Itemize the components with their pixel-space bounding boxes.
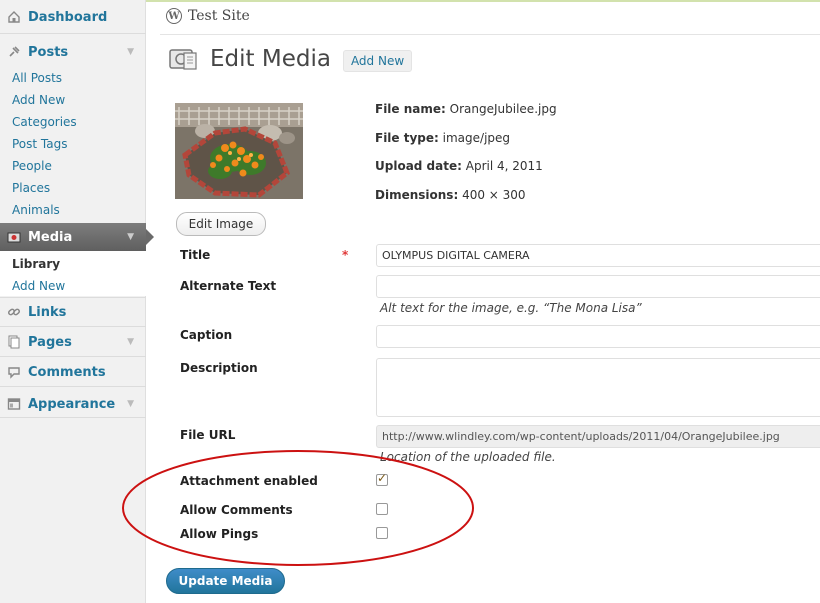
file-url-hint: Location of the uploaded file. (380, 450, 556, 464)
upload-date-value: April 4, 2011 (465, 159, 543, 173)
alt-text-input[interactable] (376, 275, 820, 298)
file-url-input[interactable]: http://www.wlindley.com/wp-content/uploa… (376, 425, 820, 448)
menu-media[interactable]: Media ▼ (0, 223, 154, 251)
divider (160, 34, 820, 35)
add-new-button[interactable]: Add New (342, 49, 413, 72)
chevron-down-icon[interactable]: ▼ (127, 232, 134, 242)
pages-icon (0, 335, 28, 349)
posts-pin-icon (0, 45, 28, 59)
alt-text-hint: Alt text for the image, e.g. “The Mona L… (380, 301, 642, 315)
submenu-animals[interactable]: Animals (12, 202, 60, 218)
file-name-info: File name: OrangeJubilee.jpg (375, 102, 557, 116)
menu-pages-label: Pages (28, 334, 72, 350)
file-url-label: File URL (180, 428, 236, 442)
title-input[interactable]: OLYMPUS DIGITAL CAMERA (376, 244, 820, 267)
submenu-add-new-media[interactable]: Add New (12, 278, 65, 294)
media-submenu: Library Add New (0, 251, 146, 296)
file-type-label: File type: (375, 131, 439, 145)
menu-links-label: Links (28, 304, 67, 320)
divider (0, 326, 146, 327)
file-name-label: File name: (375, 102, 446, 116)
submenu-categories[interactable]: Categories (12, 114, 77, 130)
menu-posts-label: Posts (28, 44, 69, 60)
links-icon (0, 305, 28, 319)
allow-pings-checkbox[interactable] (376, 527, 388, 539)
submenu-library[interactable]: Library (12, 256, 60, 272)
chevron-down-icon[interactable]: ▼ (127, 47, 134, 57)
menu-media-label: Media (28, 229, 73, 245)
edit-image-button[interactable]: Edit Image (176, 212, 266, 236)
top-accent-line (146, 0, 820, 2)
submenu-places[interactable]: Places (12, 180, 50, 196)
dashboard-icon (0, 10, 28, 24)
menu-dashboard-label: Dashboard (28, 9, 108, 25)
required-mark: * (342, 248, 349, 262)
wordpress-logo-icon: W (166, 8, 182, 24)
submenu-people[interactable]: People (12, 158, 52, 174)
site-title-bar[interactable]: W Test Site (166, 8, 250, 24)
submenu-all-posts[interactable]: All Posts (12, 70, 62, 86)
submenu-post-tags[interactable]: Post Tags (12, 136, 68, 152)
menu-appearance[interactable]: Appearance ▼ (0, 394, 146, 414)
allow-comments-checkbox[interactable] (376, 503, 388, 515)
description-label: Description (180, 361, 258, 375)
comments-icon (0, 365, 28, 379)
menu-dashboard[interactable]: Dashboard (0, 7, 146, 27)
file-name-value: OrangeJubilee.jpg (449, 102, 557, 116)
site-name[interactable]: Test Site (188, 8, 250, 24)
chevron-down-icon[interactable]: ▼ (127, 337, 134, 347)
divider (0, 33, 146, 34)
menu-comments[interactable]: Comments (0, 362, 146, 382)
allow-comments-label: Allow Comments (180, 503, 293, 517)
update-media-button[interactable]: Update Media (166, 568, 285, 594)
menu-links[interactable]: Links (0, 302, 146, 322)
caption-label: Caption (180, 328, 233, 342)
dimensions-value: 400 × 300 (462, 188, 526, 202)
attachment-enabled-label: Attachment enabled (180, 474, 318, 488)
admin-sidebar: Dashboard Posts ▼ All Posts Add New Cate… (0, 0, 154, 603)
allow-pings-label: Allow Pings (180, 527, 259, 541)
appearance-icon (0, 397, 28, 411)
dimensions-label: Dimensions: (375, 188, 459, 202)
divider (0, 356, 146, 357)
title-label: Title (180, 248, 211, 262)
dimensions-info: Dimensions: 400 × 300 (375, 188, 526, 202)
caption-input[interactable] (376, 325, 820, 348)
submenu-add-new-post[interactable]: Add New (12, 92, 65, 108)
menu-posts[interactable]: Posts ▼ (0, 42, 146, 62)
media-icon (0, 230, 28, 244)
menu-comments-label: Comments (28, 364, 106, 380)
upload-date-label: Upload date: (375, 159, 462, 173)
menu-pages[interactable]: Pages ▼ (0, 332, 146, 352)
description-textarea[interactable] (376, 358, 820, 417)
media-icon (168, 44, 198, 74)
attachment-enabled-checkbox[interactable] (376, 471, 388, 486)
file-type-info: File type: image/jpeg (375, 131, 510, 145)
file-type-value: image/jpeg (442, 131, 511, 145)
chevron-down-icon[interactable]: ▼ (127, 399, 134, 409)
divider (0, 297, 146, 298)
page-title: Edit Media (210, 46, 331, 72)
menu-appearance-label: Appearance (28, 396, 116, 412)
media-thumbnail (175, 103, 303, 199)
upload-date-info: Upload date: April 4, 2011 (375, 159, 543, 173)
alt-text-label: Alternate Text (180, 279, 277, 293)
page-header: Edit Media Add New (168, 44, 413, 74)
divider (0, 386, 146, 387)
divider (0, 417, 146, 418)
